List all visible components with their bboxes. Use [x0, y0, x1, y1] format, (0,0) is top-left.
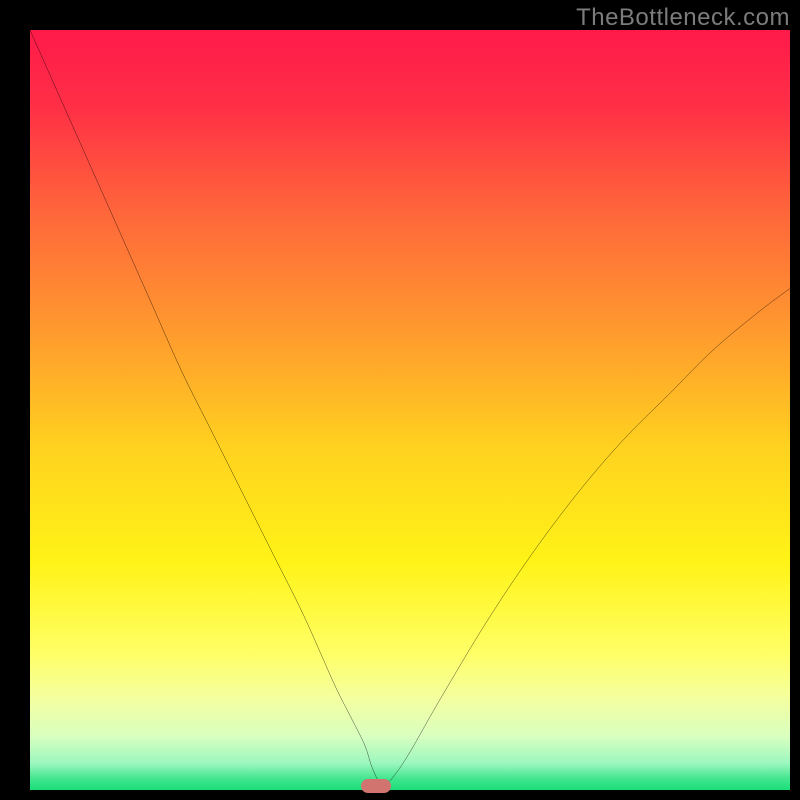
watermark-text: TheBottleneck.com — [576, 4, 790, 32]
optimal-marker-icon — [361, 779, 391, 793]
chart-frame: TheBottleneck.com — [0, 0, 800, 800]
bottleneck-curve — [30, 30, 790, 790]
plot-area — [30, 30, 790, 790]
